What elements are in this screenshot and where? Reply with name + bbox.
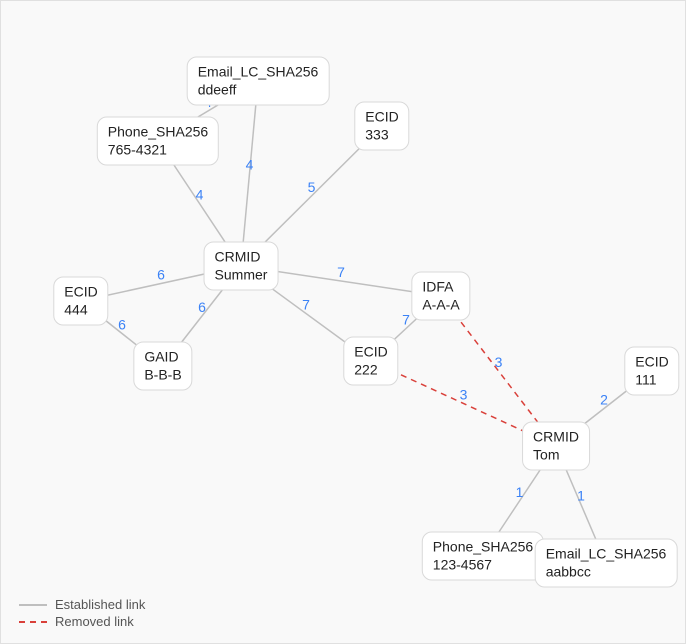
node-value: 111 <box>635 371 668 389</box>
node-value: 444 <box>64 301 97 319</box>
node-idfa_aaa[interactable]: IDFAA-A-A <box>411 272 470 321</box>
node-type: CRMID <box>533 429 579 447</box>
node-value: aabbcc <box>546 563 667 581</box>
node-type: Phone_SHA256 <box>433 539 533 557</box>
node-type: ECID <box>64 284 97 302</box>
identity-graph-canvas: 444566677733211 Email_LC_SHA256ddeeffPho… <box>0 0 686 644</box>
legend-established-swatch <box>19 604 47 606</box>
node-value: B-B-B <box>144 366 181 384</box>
legend-removed: Removed link <box>19 614 145 629</box>
node-value: 765-4321 <box>108 141 208 159</box>
node-gaid_bbb[interactable]: GAIDB-B-B <box>133 342 192 391</box>
edge-weight: 5 <box>308 179 316 195</box>
node-value: 333 <box>365 126 398 144</box>
node-value: 123-4567 <box>433 556 533 574</box>
node-phone_summer[interactable]: Phone_SHA256765-4321 <box>97 117 219 166</box>
node-ecid_333[interactable]: ECID333 <box>354 102 409 151</box>
legend: Established link Removed link <box>19 595 145 629</box>
node-ecid_111[interactable]: ECID111 <box>624 347 679 396</box>
edge-weight: 6 <box>157 267 165 283</box>
node-type: ECID <box>354 344 387 362</box>
node-value: A-A-A <box>422 296 459 314</box>
edge-weight: 3 <box>460 387 468 403</box>
edge-weight: 7 <box>302 297 310 313</box>
node-crmid_summer[interactable]: CRMIDSummer <box>204 242 279 291</box>
edge-weight: 4 <box>246 157 254 173</box>
node-type: Email_LC_SHA256 <box>198 64 319 82</box>
edge-weight: 6 <box>198 299 206 315</box>
node-type: Phone_SHA256 <box>108 124 208 142</box>
edge-weight: 1 <box>577 488 585 504</box>
edge-weight: 3 <box>495 354 503 370</box>
edge-weight: 7 <box>402 312 410 328</box>
edge-weight: 6 <box>118 317 126 333</box>
legend-removed-swatch <box>19 621 47 623</box>
edge-weight: 1 <box>516 484 524 500</box>
node-crmid_tom[interactable]: CRMIDTom <box>522 422 590 471</box>
node-email_tom[interactable]: Email_LC_SHA256aabbcc <box>535 539 678 588</box>
legend-established-label: Established link <box>55 597 145 612</box>
legend-removed-label: Removed link <box>55 614 134 629</box>
node-type: IDFA <box>422 279 459 297</box>
node-phone_tom[interactable]: Phone_SHA256123-4567 <box>422 532 544 581</box>
edge-weight: 2 <box>600 392 608 408</box>
edge-crmid_summer-email_summer <box>241 81 258 266</box>
edge-weight: 7 <box>337 264 345 280</box>
legend-established: Established link <box>19 597 145 612</box>
node-value: Summer <box>215 266 268 284</box>
node-value: ddeeff <box>198 81 319 99</box>
node-type: ECID <box>635 354 668 372</box>
node-type: GAID <box>144 349 181 367</box>
node-value: Tom <box>533 446 579 464</box>
node-value: 222 <box>354 361 387 379</box>
node-email_summer[interactable]: Email_LC_SHA256ddeeff <box>187 57 330 106</box>
node-ecid_444[interactable]: ECID444 <box>53 277 108 326</box>
node-ecid_222[interactable]: ECID222 <box>343 337 398 386</box>
node-type: ECID <box>365 109 398 127</box>
node-type: CRMID <box>215 249 268 267</box>
edge-weight: 4 <box>196 187 204 203</box>
node-type: Email_LC_SHA256 <box>546 546 667 564</box>
